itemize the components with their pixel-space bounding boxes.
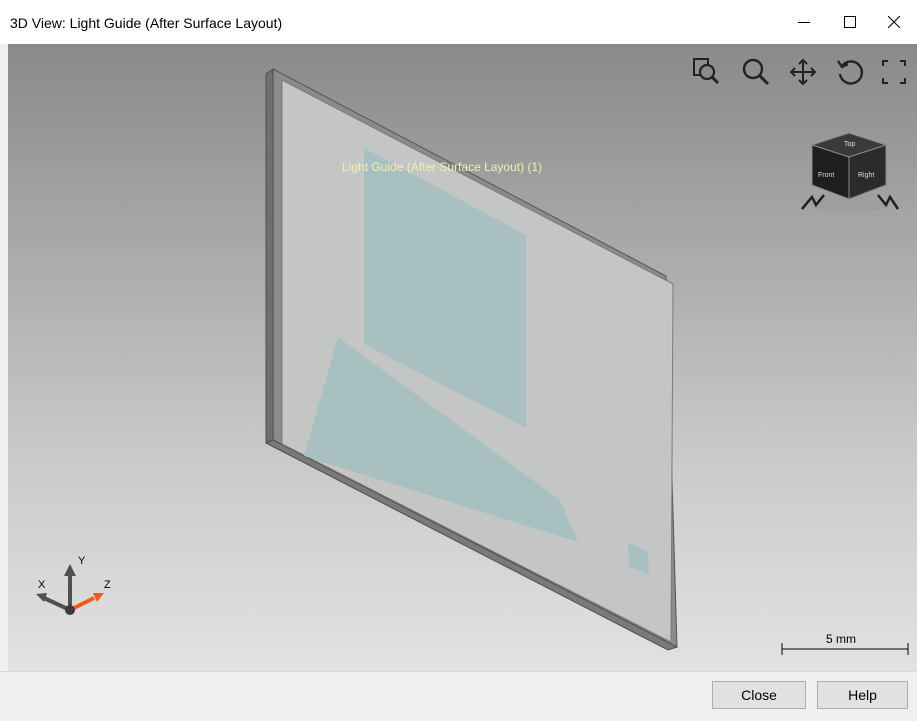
maximize-button[interactable] <box>827 0 873 44</box>
plate-side-left <box>265 68 274 444</box>
view-cube-right-label: Right <box>858 172 874 179</box>
minimize-button[interactable] <box>781 0 827 44</box>
zoom-button[interactable] <box>738 54 774 90</box>
view-cube[interactable]: Top Front Right <box>794 129 914 229</box>
fit-to-view-icon <box>882 60 906 84</box>
z-axis-arrow-icon <box>93 593 104 602</box>
zoom-extents-button[interactable] <box>688 54 724 90</box>
window-title: 3D View: Light Guide (After Surface Layo… <box>10 15 283 31</box>
close-button[interactable]: Close <box>712 681 806 709</box>
minimize-icon <box>798 22 810 23</box>
y-axis-arrow-icon <box>64 564 76 576</box>
pan-button[interactable] <box>785 54 821 90</box>
maximize-icon <box>844 16 856 28</box>
title-bar[interactable]: 3D View: Light Guide (After Surface Layo… <box>0 0 917 44</box>
fit-to-view-button[interactable] <box>876 54 912 90</box>
scale-bar <box>781 643 909 655</box>
zoom-icon <box>742 58 770 86</box>
light-guide-plate <box>264 68 679 651</box>
view-cube-front-label: Front <box>818 172 834 179</box>
x-axis-label: X <box>38 579 46 591</box>
surface-label: Light Guide (After Surface Layout) (1) <box>342 160 543 174</box>
axis-triad: Y X Z <box>36 555 111 615</box>
axis-origin <box>65 605 75 615</box>
left-frame <box>0 44 8 671</box>
view-cube-top-label: Top <box>844 141 855 148</box>
3d-view-window: 3D View: Light Guide (After Surface Layo… <box>0 0 917 721</box>
pan-icon <box>789 58 817 86</box>
rotate-icon <box>837 60 864 85</box>
zoom-extents-icon <box>693 58 720 85</box>
rotate-button[interactable] <box>832 54 868 90</box>
close-icon <box>888 16 900 28</box>
help-button[interactable]: Help <box>817 681 908 709</box>
y-axis-label: Y <box>78 555 86 567</box>
close-window-button[interactable] <box>871 0 917 44</box>
z-axis-label: Z <box>104 579 111 591</box>
3d-viewport[interactable]: Light Guide (After Surface Layout) (1) T… <box>8 44 917 671</box>
